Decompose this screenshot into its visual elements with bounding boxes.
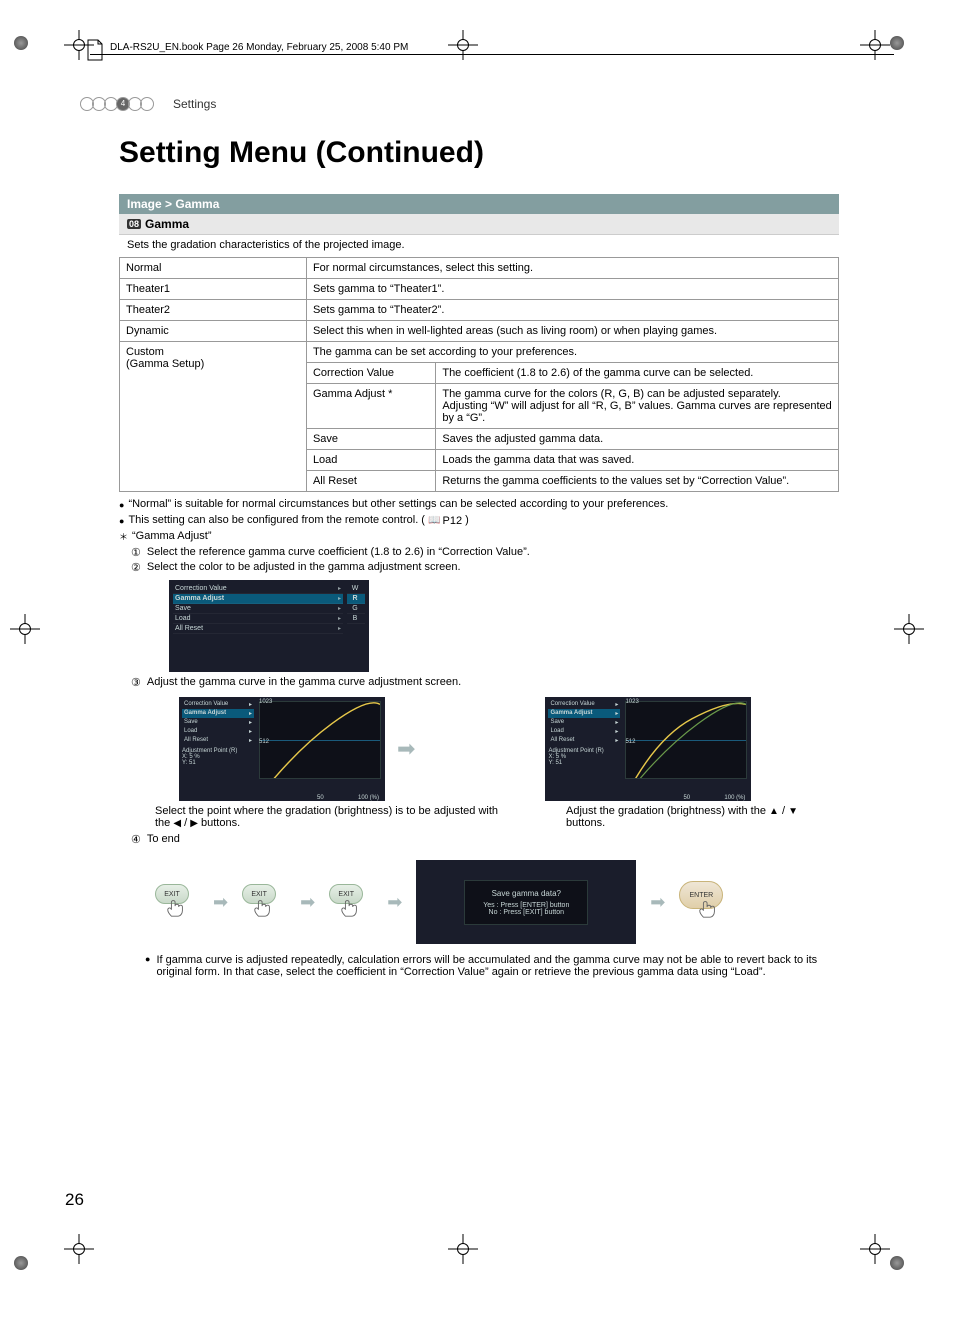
step-number-icon: ② bbox=[131, 561, 141, 574]
left-arrow-icon: ◀ bbox=[173, 818, 181, 829]
arrow-right-icon: ➡ bbox=[300, 892, 315, 913]
press-finger-icon bbox=[165, 896, 187, 918]
page-ref-icon: 📖 bbox=[428, 515, 440, 526]
save-dialog-screenshot: Save gamma data? Yes : Press [ENTER] but… bbox=[416, 860, 636, 944]
page-ref: P12 bbox=[443, 515, 463, 527]
step-text: Select the reference gamma curve coeffic… bbox=[147, 546, 530, 559]
note-text: “Normal” is suitable for normal circumst… bbox=[128, 498, 668, 512]
press-finger-icon bbox=[252, 896, 274, 918]
option-label: Dynamic bbox=[120, 321, 307, 342]
press-finger-icon bbox=[339, 896, 361, 918]
arrow-right-icon: ➡ bbox=[387, 892, 402, 913]
option-label: Custom (Gamma Setup) bbox=[120, 342, 307, 492]
down-arrow-icon: ▼ bbox=[788, 806, 798, 817]
gamma-curve-screenshot-before: Correction Value▸ Gamma Adjust▸ Save▸ Lo… bbox=[179, 697, 385, 801]
setting-description: Sets the gradation characteristics of th… bbox=[119, 235, 839, 257]
end-flow: EXIT ➡ EXIT ➡ EXIT ➡ Save gamma data? Ye… bbox=[155, 860, 839, 944]
step-number-icon: ④ bbox=[131, 833, 141, 846]
subopt-desc: The coefficient (1.8 to 2.6) of the gamm… bbox=[436, 363, 839, 384]
bullet-icon: ● bbox=[119, 498, 124, 512]
menu-screenshot-gamma-color: Correction Value▸ Gamma Adjust▸ Save▸ Lo… bbox=[169, 580, 369, 672]
subopt-label: Correction Value bbox=[306, 363, 435, 384]
section-tab: 4 Settings bbox=[80, 97, 216, 111]
subopt-label: Save bbox=[306, 429, 435, 450]
option-desc: Select this when in well-lighted areas (… bbox=[306, 321, 838, 342]
step-text: To end bbox=[147, 833, 180, 846]
step-text: Select the color to be adjusted in the g… bbox=[147, 561, 461, 574]
header-rule bbox=[90, 54, 894, 55]
exit-button[interactable]: EXIT bbox=[329, 884, 373, 920]
gamma-curve-screenshot-after: Correction Value▸ Gamma Adjust▸ Save▸ Lo… bbox=[545, 697, 751, 801]
option-desc: The gamma can be set according to your p… bbox=[306, 342, 838, 363]
enter-button[interactable]: ENTER bbox=[679, 881, 733, 923]
step-number-icon: ① bbox=[131, 546, 141, 559]
table-row: Theater1 Sets gamma to “Theater1”. bbox=[120, 279, 839, 300]
crop-mark-icon bbox=[10, 614, 40, 644]
option-desc: For normal circumstances, select this se… bbox=[306, 258, 838, 279]
table-row: Theater2 Sets gamma to “Theater2”. bbox=[120, 300, 839, 321]
notes-list: ● “Normal” is suitable for normal circums… bbox=[119, 498, 839, 544]
note-text: “Gamma Adjust” bbox=[132, 530, 211, 544]
exit-button[interactable]: EXIT bbox=[242, 884, 286, 920]
option-label: Theater2 bbox=[120, 300, 307, 321]
option-desc: Sets gamma to “Theater1”. bbox=[306, 279, 838, 300]
subopt-desc: The gamma curve for the colors (R, G, B)… bbox=[436, 384, 839, 429]
crop-mark-icon bbox=[64, 1234, 94, 1264]
steps-list: ③ Adjust the gamma curve in the gamma cur… bbox=[119, 676, 839, 689]
dialog-yes: Yes : Press [ENTER] button bbox=[483, 902, 569, 909]
page-number: 26 bbox=[65, 1190, 84, 1210]
final-note: ● If gamma curve is adjusted repeatedly,… bbox=[119, 954, 839, 978]
crop-mark-icon bbox=[860, 30, 890, 60]
arrow-right-icon: ➡ bbox=[650, 892, 665, 913]
right-arrow-icon: ▶ bbox=[190, 818, 198, 829]
press-finger-icon bbox=[697, 897, 719, 919]
subopt-label: Gamma Adjust * bbox=[306, 384, 435, 429]
note-text: This setting can also be configured from… bbox=[128, 514, 468, 528]
subopt-label: All Reset bbox=[306, 471, 435, 492]
subopt-desc: Returns the gamma coefficients to the va… bbox=[436, 471, 839, 492]
crop-mark-icon bbox=[448, 1234, 478, 1264]
page-icon bbox=[86, 38, 104, 62]
table-row: Normal For normal circumstances, select … bbox=[120, 258, 839, 279]
arrow-right-icon: ➡ bbox=[397, 736, 415, 762]
crop-corner-dot bbox=[890, 1256, 904, 1270]
subopt-desc: Saves the adjusted gamma data. bbox=[436, 429, 839, 450]
settings-table: Normal For normal circumstances, select … bbox=[119, 257, 839, 492]
subopt-desc: Loads the gamma data that was saved. bbox=[436, 450, 839, 471]
crop-corner-dot bbox=[14, 1256, 28, 1270]
crop-corner-dot bbox=[14, 36, 28, 50]
asterisk-icon: ＊ bbox=[119, 530, 128, 544]
bullet-icon: ● bbox=[145, 954, 150, 978]
crop-mark-icon bbox=[860, 1234, 890, 1264]
breadcrumb: Image > Gamma bbox=[119, 194, 839, 214]
option-desc: Sets gamma to “Theater2”. bbox=[306, 300, 838, 321]
option-label: Normal bbox=[120, 258, 307, 279]
table-row: Dynamic Select this when in well-lighted… bbox=[120, 321, 839, 342]
crop-mark-icon bbox=[894, 614, 924, 644]
setting-header: 08 Gamma bbox=[119, 214, 839, 235]
crop-mark-icon bbox=[448, 30, 478, 60]
step-number-icon: ③ bbox=[131, 676, 141, 689]
crop-corner-dot bbox=[890, 36, 904, 50]
up-arrow-icon: ▲ bbox=[769, 806, 779, 817]
step-text: Adjust the gamma curve in the gamma curv… bbox=[147, 676, 461, 689]
setting-name: Gamma bbox=[145, 217, 189, 231]
dialog-question: Save gamma data? bbox=[483, 889, 569, 898]
option-label: Theater1 bbox=[120, 279, 307, 300]
doc-header-line: DLA-RS2U_EN.book Page 26 Monday, Februar… bbox=[110, 42, 408, 53]
page-title: Setting Menu (Continued) bbox=[119, 136, 484, 170]
table-row: Custom (Gamma Setup) The gamma can be se… bbox=[120, 342, 839, 363]
bullet-icon: ● bbox=[119, 514, 124, 528]
curve-captions: Select the point where the gradation (br… bbox=[155, 805, 839, 829]
arrow-right-icon: ➡ bbox=[213, 892, 228, 913]
setting-number: 08 bbox=[127, 219, 141, 229]
steps-list: ④ To end bbox=[119, 833, 839, 846]
section-name: Settings bbox=[173, 97, 216, 111]
subopt-label: Load bbox=[306, 450, 435, 471]
dialog-no: No : Press [EXIT] button bbox=[483, 909, 569, 916]
exit-button[interactable]: EXIT bbox=[155, 884, 199, 920]
steps-list: ① Select the reference gamma curve coeffi… bbox=[119, 546, 839, 574]
